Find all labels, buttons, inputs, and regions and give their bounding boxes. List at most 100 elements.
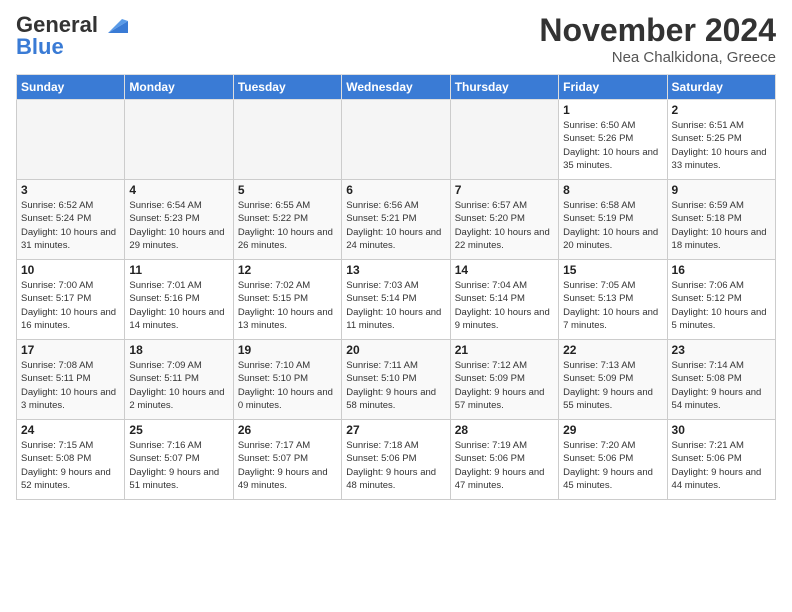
calendar-week-3: 10 Sunrise: 7:00 AM Sunset: 5:17 PM Dayli… xyxy=(17,260,776,340)
col-friday: Friday xyxy=(559,75,667,100)
col-saturday: Saturday xyxy=(667,75,775,100)
calendar-cell: 17 Sunrise: 7:08 AM Sunset: 5:11 PM Dayli… xyxy=(17,340,125,420)
page: General Blue November 2024 Nea Chalkidon… xyxy=(0,0,792,512)
day-number: 19 xyxy=(238,343,337,357)
day-number: 25 xyxy=(129,423,228,437)
calendar-cell xyxy=(233,100,341,180)
day-info: Sunrise: 6:51 AM Sunset: 5:25 PM Dayligh… xyxy=(672,119,771,172)
day-info: Sunrise: 7:09 AM Sunset: 5:11 PM Dayligh… xyxy=(129,359,228,412)
calendar-cell: 4 Sunrise: 6:54 AM Sunset: 5:23 PM Daylig… xyxy=(125,180,233,260)
calendar-cell: 7Sunrise: 6:57 AM Sunset: 5:20 PM Daylig… xyxy=(450,180,558,260)
day-info: Sunrise: 7:21 AM Sunset: 5:06 PM Dayligh… xyxy=(672,439,771,492)
day-number: 14 xyxy=(455,263,554,277)
day-info: Sunrise: 7:11 AM Sunset: 5:10 PM Dayligh… xyxy=(346,359,445,412)
calendar-cell: 6 Sunrise: 6:56 AM Sunset: 5:21 PM Daylig… xyxy=(342,180,450,260)
calendar-cell: 26Sunrise: 7:17 AM Sunset: 5:07 PM Dayli… xyxy=(233,420,341,500)
day-info: Sunrise: 6:52 AM Sunset: 5:24 PM Dayligh… xyxy=(21,199,120,252)
day-info: Sunrise: 7:16 AM Sunset: 5:07 PM Dayligh… xyxy=(129,439,228,492)
logo-icon xyxy=(100,15,128,35)
day-number: 13 xyxy=(346,263,445,277)
day-number: 8 xyxy=(563,183,662,197)
calendar-cell: 21Sunrise: 7:12 AM Sunset: 5:09 PM Dayli… xyxy=(450,340,558,420)
day-number: 20 xyxy=(346,343,445,357)
calendar-cell: 22Sunrise: 7:13 AM Sunset: 5:09 PM Dayli… xyxy=(559,340,667,420)
calendar-cell: 3 Sunrise: 6:52 AM Sunset: 5:24 PM Daylig… xyxy=(17,180,125,260)
day-info: Sunrise: 6:56 AM Sunset: 5:21 PM Dayligh… xyxy=(346,199,445,252)
day-info: Sunrise: 7:14 AM Sunset: 5:08 PM Dayligh… xyxy=(672,359,771,412)
day-info: Sunrise: 7:15 AM Sunset: 5:08 PM Dayligh… xyxy=(21,439,120,492)
calendar-cell: 19 Sunrise: 7:10 AM Sunset: 5:10 PM Dayli… xyxy=(233,340,341,420)
day-number: 23 xyxy=(672,343,771,357)
calendar-cell: 16Sunrise: 7:06 AM Sunset: 5:12 PM Dayli… xyxy=(667,260,775,340)
calendar-week-5: 24 Sunrise: 7:15 AM Sunset: 5:08 PM Dayli… xyxy=(17,420,776,500)
calendar-cell xyxy=(342,100,450,180)
day-number: 5 xyxy=(238,183,337,197)
day-info: Sunrise: 7:13 AM Sunset: 5:09 PM Dayligh… xyxy=(563,359,662,412)
day-number: 30 xyxy=(672,423,771,437)
col-monday: Monday xyxy=(125,75,233,100)
calendar-week-2: 3 Sunrise: 6:52 AM Sunset: 5:24 PM Daylig… xyxy=(17,180,776,260)
day-info: Sunrise: 7:18 AM Sunset: 5:06 PM Dayligh… xyxy=(346,439,445,492)
calendar-table: Sunday Monday Tuesday Wednesday Thursday… xyxy=(16,74,776,500)
calendar-cell xyxy=(17,100,125,180)
calendar-cell xyxy=(450,100,558,180)
day-number: 18 xyxy=(129,343,228,357)
col-tuesday: Tuesday xyxy=(233,75,341,100)
day-number: 11 xyxy=(129,263,228,277)
calendar-cell: 10 Sunrise: 7:00 AM Sunset: 5:17 PM Dayli… xyxy=(17,260,125,340)
day-info: Sunrise: 7:01 AM Sunset: 5:16 PM Dayligh… xyxy=(129,279,228,332)
calendar-week-1: 1Sunrise: 6:50 AM Sunset: 5:26 PM Daylig… xyxy=(17,100,776,180)
day-number: 10 xyxy=(21,263,120,277)
day-number: 28 xyxy=(455,423,554,437)
day-number: 7 xyxy=(455,183,554,197)
col-wednesday: Wednesday xyxy=(342,75,450,100)
calendar-cell: 27 Sunrise: 7:18 AM Sunset: 5:06 PM Dayli… xyxy=(342,420,450,500)
day-number: 27 xyxy=(346,423,445,437)
calendar-cell: 11 Sunrise: 7:01 AM Sunset: 5:16 PM Dayli… xyxy=(125,260,233,340)
day-number: 9 xyxy=(672,183,771,197)
calendar-cell: 5 Sunrise: 6:55 AM Sunset: 5:22 PM Daylig… xyxy=(233,180,341,260)
day-info: Sunrise: 7:00 AM Sunset: 5:17 PM Dayligh… xyxy=(21,279,120,332)
day-info: Sunrise: 6:55 AM Sunset: 5:22 PM Dayligh… xyxy=(238,199,337,252)
day-info: Sunrise: 6:50 AM Sunset: 5:26 PM Dayligh… xyxy=(563,119,662,172)
day-info: Sunrise: 7:19 AM Sunset: 5:06 PM Dayligh… xyxy=(455,439,554,492)
day-info: Sunrise: 7:05 AM Sunset: 5:13 PM Dayligh… xyxy=(563,279,662,332)
calendar-cell xyxy=(125,100,233,180)
calendar-cell: 28 Sunrise: 7:19 AM Sunset: 5:06 PM Dayli… xyxy=(450,420,558,500)
day-number: 4 xyxy=(129,183,228,197)
day-info: Sunrise: 6:59 AM Sunset: 5:18 PM Dayligh… xyxy=(672,199,771,252)
calendar-cell: 20 Sunrise: 7:11 AM Sunset: 5:10 PM Dayli… xyxy=(342,340,450,420)
logo: General Blue xyxy=(16,12,128,60)
day-info: Sunrise: 6:58 AM Sunset: 5:19 PM Dayligh… xyxy=(563,199,662,252)
day-info: Sunrise: 7:08 AM Sunset: 5:11 PM Dayligh… xyxy=(21,359,120,412)
calendar-cell: 9 Sunrise: 6:59 AM Sunset: 5:18 PM Daylig… xyxy=(667,180,775,260)
calendar-cell: 1Sunrise: 6:50 AM Sunset: 5:26 PM Daylig… xyxy=(559,100,667,180)
calendar-cell: 23 Sunrise: 7:14 AM Sunset: 5:08 PM Dayli… xyxy=(667,340,775,420)
day-info: Sunrise: 7:04 AM Sunset: 5:14 PM Dayligh… xyxy=(455,279,554,332)
day-number: 12 xyxy=(238,263,337,277)
day-number: 3 xyxy=(21,183,120,197)
day-number: 21 xyxy=(455,343,554,357)
calendar-cell: 18 Sunrise: 7:09 AM Sunset: 5:11 PM Dayli… xyxy=(125,340,233,420)
calendar-cell: 13Sunrise: 7:03 AM Sunset: 5:14 PM Dayli… xyxy=(342,260,450,340)
day-number: 15 xyxy=(563,263,662,277)
day-number: 17 xyxy=(21,343,120,357)
day-info: Sunrise: 7:10 AM Sunset: 5:10 PM Dayligh… xyxy=(238,359,337,412)
calendar-cell: 25 Sunrise: 7:16 AM Sunset: 5:07 PM Dayli… xyxy=(125,420,233,500)
day-info: Sunrise: 7:20 AM Sunset: 5:06 PM Dayligh… xyxy=(563,439,662,492)
logo-blue: Blue xyxy=(16,34,64,60)
title-area: November 2024 Nea Chalkidona, Greece xyxy=(539,12,776,66)
location: Nea Chalkidona, Greece xyxy=(539,49,776,66)
day-number: 16 xyxy=(672,263,771,277)
header-row: Sunday Monday Tuesday Wednesday Thursday… xyxy=(17,75,776,100)
calendar-cell: 8 Sunrise: 6:58 AM Sunset: 5:19 PM Daylig… xyxy=(559,180,667,260)
day-number: 24 xyxy=(21,423,120,437)
day-info: Sunrise: 7:02 AM Sunset: 5:15 PM Dayligh… xyxy=(238,279,337,332)
header: General Blue November 2024 Nea Chalkidon… xyxy=(16,12,776,66)
day-number: 6 xyxy=(346,183,445,197)
calendar-cell: 14 Sunrise: 7:04 AM Sunset: 5:14 PM Dayli… xyxy=(450,260,558,340)
col-sunday: Sunday xyxy=(17,75,125,100)
day-info: Sunrise: 7:17 AM Sunset: 5:07 PM Dayligh… xyxy=(238,439,337,492)
day-number: 2 xyxy=(672,103,771,117)
day-info: Sunrise: 6:54 AM Sunset: 5:23 PM Dayligh… xyxy=(129,199,228,252)
